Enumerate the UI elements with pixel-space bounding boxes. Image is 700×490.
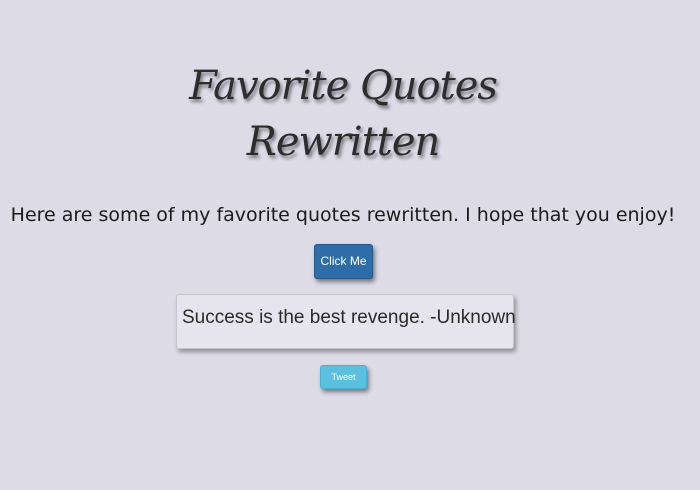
page-title-line-2: Rewritten <box>246 119 441 165</box>
quote-box: Success is the best revenge. -Unknown <box>176 294 516 349</box>
page: Favorite Quotes Rewritten Here are some … <box>0 0 700 490</box>
tweet-button[interactable]: Tweet <box>320 365 367 389</box>
click-me-button[interactable]: Click Me <box>314 244 373 279</box>
intro-text: Here are some of my favorite quotes rewr… <box>10 204 676 226</box>
quote-text: Success is the best revenge. -Unknown <box>182 307 516 328</box>
page-title-line-1: Favorite Quotes <box>189 63 498 109</box>
page-title: Favorite Quotes Rewritten <box>0 58 686 170</box>
